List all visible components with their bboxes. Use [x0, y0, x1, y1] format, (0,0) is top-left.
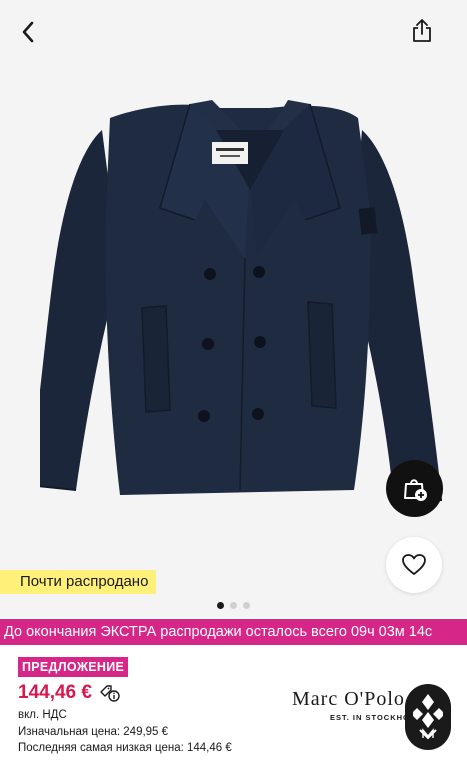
current-price: 144,46 €: [18, 682, 92, 703]
vat-note: вкл. НДС: [18, 709, 67, 721]
shopping-bag-plus-icon: [403, 478, 427, 501]
product-image[interactable]: [40, 90, 450, 530]
original-price: Изначальная цена: 249,95 €: [18, 726, 169, 738]
chat-assistant-button[interactable]: [405, 684, 451, 750]
back-button[interactable]: [12, 16, 44, 48]
wishlist-button[interactable]: [386, 537, 442, 593]
gallery-pagination: [0, 598, 467, 612]
lowest-price: Последняя самая низкая цена: 144,46 €: [18, 742, 232, 754]
share-icon: [413, 19, 431, 42]
add-to-bag-button[interactable]: [386, 460, 443, 517]
top-bar: [0, 0, 467, 62]
share-button[interactable]: [405, 14, 439, 48]
almost-sold-out-badge: Почти распродано: [0, 570, 157, 594]
sale-countdown-banner[interactable]: До окончания ЭКСТРА распродажи осталось …: [0, 619, 467, 645]
product-gallery[interactable]: Почти распродано: [0, 0, 467, 617]
pagination-dot[interactable]: [230, 601, 237, 609]
price-row: 144,46 €: [18, 681, 120, 705]
price-info-icon[interactable]: [98, 682, 120, 704]
chevron-left-icon: [22, 21, 34, 43]
offer-label: ПРЕДЛОЖЕНИЕ: [18, 657, 129, 677]
heart-icon: [402, 554, 426, 575]
pagination-dot[interactable]: [243, 601, 250, 609]
pagination-dot-active[interactable]: [217, 601, 224, 609]
assistant-diamond-icon: [413, 694, 443, 740]
